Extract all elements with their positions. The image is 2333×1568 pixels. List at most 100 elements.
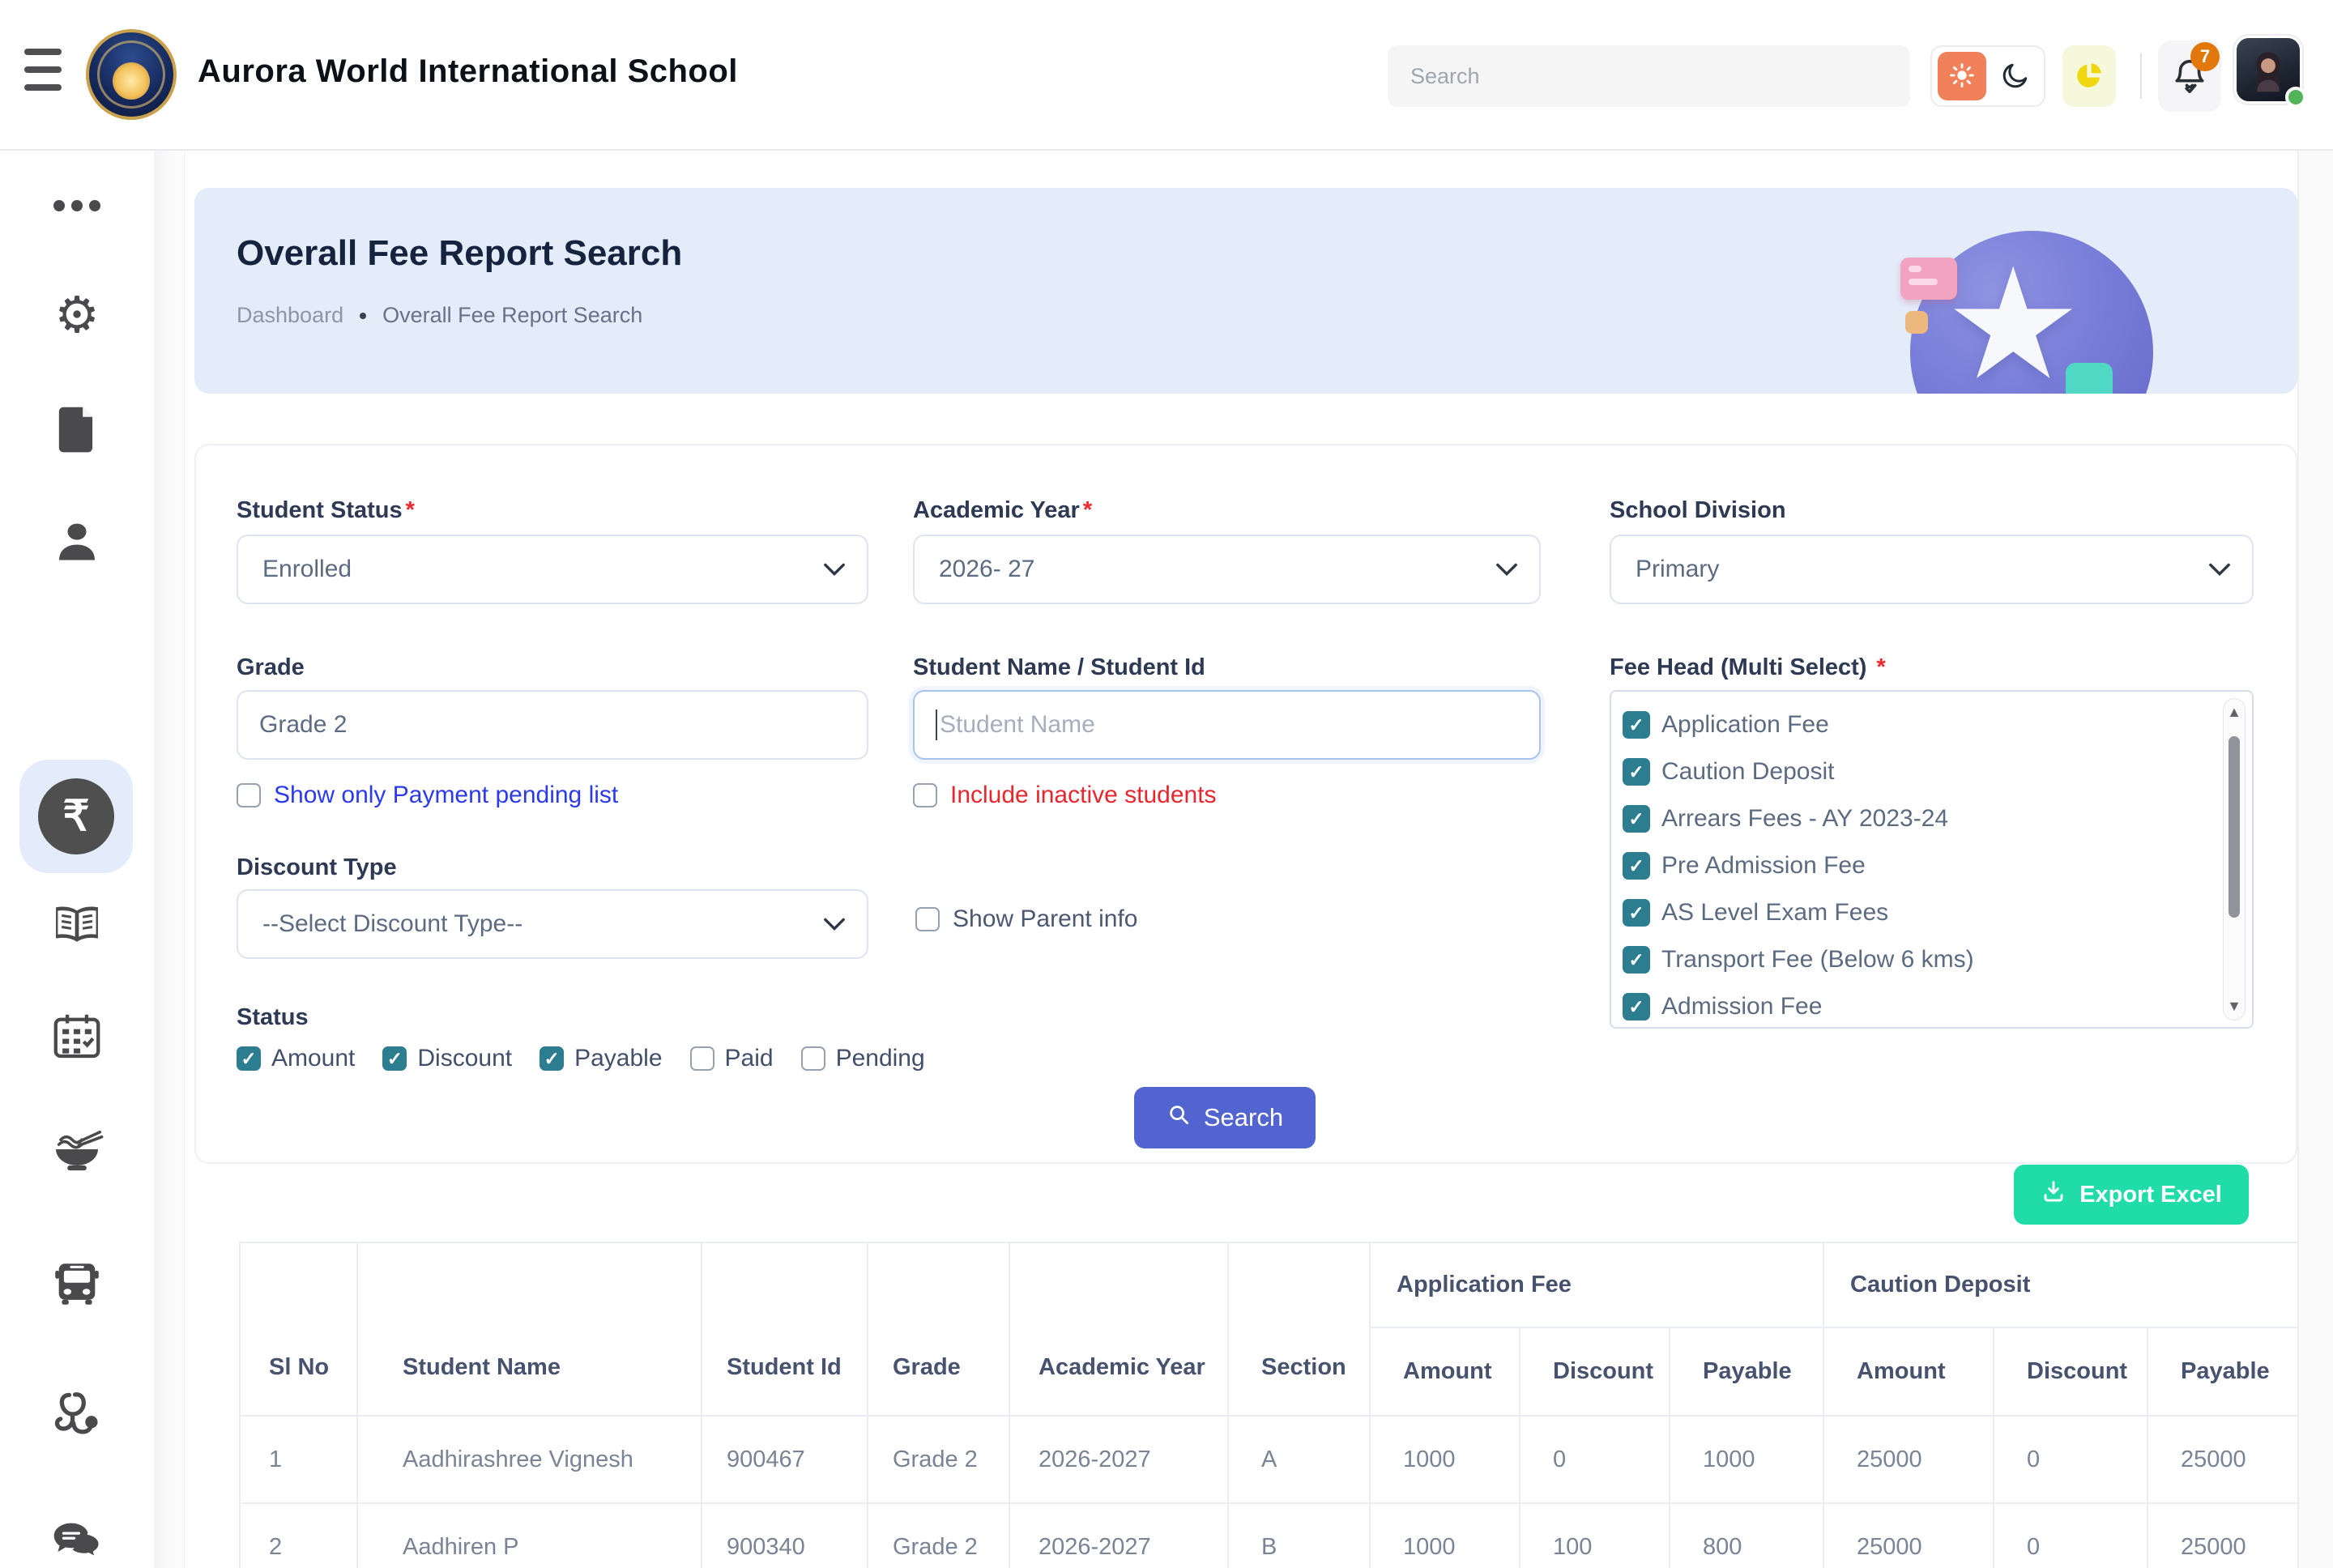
fee-head-option[interactable]: ✓ Admission Fee xyxy=(1623,983,2252,1029)
calendar-icon xyxy=(52,1012,102,1063)
cell-caution-amount: 25000 xyxy=(1823,1503,1994,1568)
col-header-academic-year: Academic Year xyxy=(1009,1242,1228,1416)
table-row: 1 Aadhirashree Vignesh 900467 Grade 2 20… xyxy=(240,1416,2298,1503)
chevron-down-icon xyxy=(823,556,846,583)
user-avatar[interactable] xyxy=(2234,36,2302,104)
sub-header-discount: Discount xyxy=(1520,1327,1670,1416)
sidebar-item-attendance-calendar[interactable] xyxy=(0,988,154,1085)
search-icon xyxy=(1166,1102,1191,1133)
status-amount-checkbox[interactable]: ✓ Amount xyxy=(237,1045,355,1072)
checkbox-checked-icon[interactable]: ✓ xyxy=(1623,946,1650,974)
include-inactive-checkbox[interactable]: Include inactive students xyxy=(913,782,1217,809)
rupee-icon: ₹ xyxy=(38,778,114,854)
cell-section: A xyxy=(1228,1416,1370,1503)
sidebar-item-more-menu[interactable] xyxy=(0,158,154,255)
payment-pending-checkbox[interactable]: Show only Payment pending list xyxy=(237,782,618,809)
status-pending-checkbox[interactable]: Pending xyxy=(801,1045,925,1072)
breadcrumb-dashboard[interactable]: Dashboard xyxy=(237,303,343,328)
sidebar-item-students[interactable] xyxy=(0,494,154,591)
discount-type-select[interactable]: --Select Discount Type-- xyxy=(237,889,868,959)
col-header-student-id: Student Id xyxy=(702,1242,868,1416)
cell-caution-discount: 0 xyxy=(1994,1416,2147,1503)
status-paid-checkbox[interactable]: Paid xyxy=(690,1045,774,1072)
notifications-button[interactable]: 7 xyxy=(2158,40,2221,112)
checkbox-checked-icon[interactable]: ✓ xyxy=(382,1046,407,1071)
cell-academic-year: 2026-2027 xyxy=(1009,1503,1228,1568)
checkbox-unchecked-icon[interactable] xyxy=(915,907,940,931)
checkbox-unchecked-icon[interactable] xyxy=(237,783,261,807)
sidebar-item-messages[interactable] xyxy=(0,1493,154,1568)
notification-badge: 7 xyxy=(2190,42,2220,71)
checkbox-unchecked-icon[interactable] xyxy=(801,1046,825,1071)
academic-year-select[interactable]: 2026- 27 xyxy=(913,535,1541,604)
fee-head-option[interactable]: ✓ Caution Deposit xyxy=(1623,748,2252,795)
reports-pie-button[interactable] xyxy=(2062,45,2116,107)
checkbox-checked-icon[interactable]: ✓ xyxy=(237,1046,261,1071)
sidebar-item-canteen[interactable] xyxy=(0,1101,154,1199)
fee-head-option[interactable]: ✓ Transport Fee (Below 6 kms) xyxy=(1623,936,2252,983)
content-scrollbar-track[interactable] xyxy=(154,151,185,1568)
cell-slno: 1 xyxy=(240,1416,357,1503)
checkbox-checked-icon[interactable]: ✓ xyxy=(540,1046,564,1071)
document-icon xyxy=(53,403,100,456)
fee-head-option[interactable]: ✓ Pre Admission Fee xyxy=(1623,842,2252,889)
sidebar-item-documents[interactable] xyxy=(0,381,154,478)
right-gutter xyxy=(2297,151,2333,1568)
grade-input[interactable]: Grade 2 xyxy=(237,690,868,760)
fee-report-filter-card: Student Status* Academic Year* School Di… xyxy=(194,444,2297,1164)
student-status-label: Student Status* xyxy=(237,497,415,524)
dark-mode-button[interactable] xyxy=(1986,61,2044,92)
fee-head-multiselect[interactable]: ✓ Application Fee ✓ Caution Deposit ✓ Ar… xyxy=(1610,690,2254,1029)
scroll-down-icon[interactable]: ▼ xyxy=(2224,998,2245,1015)
export-excel-button[interactable]: Export Excel xyxy=(2014,1165,2249,1225)
sidebar-item-fee-collection[interactable]: ₹ xyxy=(19,760,133,873)
cell-app-fee-amount: 1000 xyxy=(1370,1416,1520,1503)
cell-student-name: Aadhiren P xyxy=(357,1503,702,1568)
checkbox-checked-icon[interactable]: ✓ xyxy=(1623,852,1650,880)
status-discount-checkbox[interactable]: ✓ Discount xyxy=(382,1045,512,1072)
checkbox-checked-icon[interactable]: ✓ xyxy=(1623,711,1650,739)
col-header-section: Section xyxy=(1228,1242,1370,1416)
theme-toggle xyxy=(1930,45,2045,107)
stethoscope-icon xyxy=(52,1389,102,1440)
checkbox-checked-icon[interactable]: ✓ xyxy=(1623,805,1650,833)
cell-caution-payable: 25000 xyxy=(2147,1503,2298,1568)
col-header-student-name: Student Name xyxy=(357,1242,702,1416)
fee-head-option[interactable]: ✓ Arrears Fees - AY 2023-24 xyxy=(1623,795,2252,842)
student-status-select[interactable]: Enrolled xyxy=(237,535,868,604)
checkbox-checked-icon[interactable]: ✓ xyxy=(1623,993,1650,1020)
page-banner: Overall Fee Report Search Dashboard Over… xyxy=(194,188,2297,394)
sidebar-item-transport[interactable] xyxy=(0,1236,154,1333)
menu-icon[interactable] xyxy=(24,49,63,102)
search-button[interactable]: Search xyxy=(1134,1087,1316,1148)
fee-head-scrollbar[interactable]: ▲ ▼ xyxy=(2223,698,2246,1020)
show-parent-info-checkbox[interactable]: Show Parent info xyxy=(915,905,1137,933)
school-division-select[interactable]: Primary xyxy=(1610,535,2254,604)
checkbox-checked-icon[interactable]: ✓ xyxy=(1623,758,1650,786)
sidebar-item-medical[interactable] xyxy=(0,1366,154,1463)
app-window: Aurora World International School xyxy=(0,0,2333,1568)
scrollbar-thumb[interactable] xyxy=(2229,736,2240,918)
pie-chart-icon xyxy=(2072,58,2106,95)
light-mode-button[interactable] xyxy=(1938,52,1986,100)
checkbox-unchecked-icon[interactable] xyxy=(913,783,937,807)
status-payable-checkbox[interactable]: ✓ Payable xyxy=(540,1045,662,1072)
student-name-input[interactable]: Student Name xyxy=(913,690,1541,760)
table-row: 2 Aadhiren P 900340 Grade 2 2026-2027 B … xyxy=(240,1503,2298,1568)
checkbox-checked-icon[interactable]: ✓ xyxy=(1623,899,1650,927)
school-name: Aurora World International School xyxy=(198,53,738,90)
text-caret xyxy=(936,709,937,740)
fee-head-option[interactable]: ✓ Application Fee xyxy=(1623,701,2252,748)
scroll-up-icon[interactable]: ▲ xyxy=(2224,704,2245,721)
chevron-down-icon xyxy=(823,910,846,938)
checkbox-unchecked-icon[interactable] xyxy=(690,1046,714,1071)
search-input[interactable] xyxy=(1388,45,1910,107)
top-bar: Aurora World International School xyxy=(0,0,2333,151)
col-header-slno: Sl No xyxy=(240,1242,357,1416)
school-logo xyxy=(86,29,177,120)
sidebar-nav: ⚙ ₹ xyxy=(0,151,154,1568)
banner-illustration-orange-cube xyxy=(1905,311,1928,334)
sidebar-item-settings[interactable]: ⚙ xyxy=(0,267,154,364)
fee-head-option[interactable]: ✓ AS Level Exam Fees xyxy=(1623,889,2252,936)
sidebar-item-library[interactable] xyxy=(0,876,154,974)
